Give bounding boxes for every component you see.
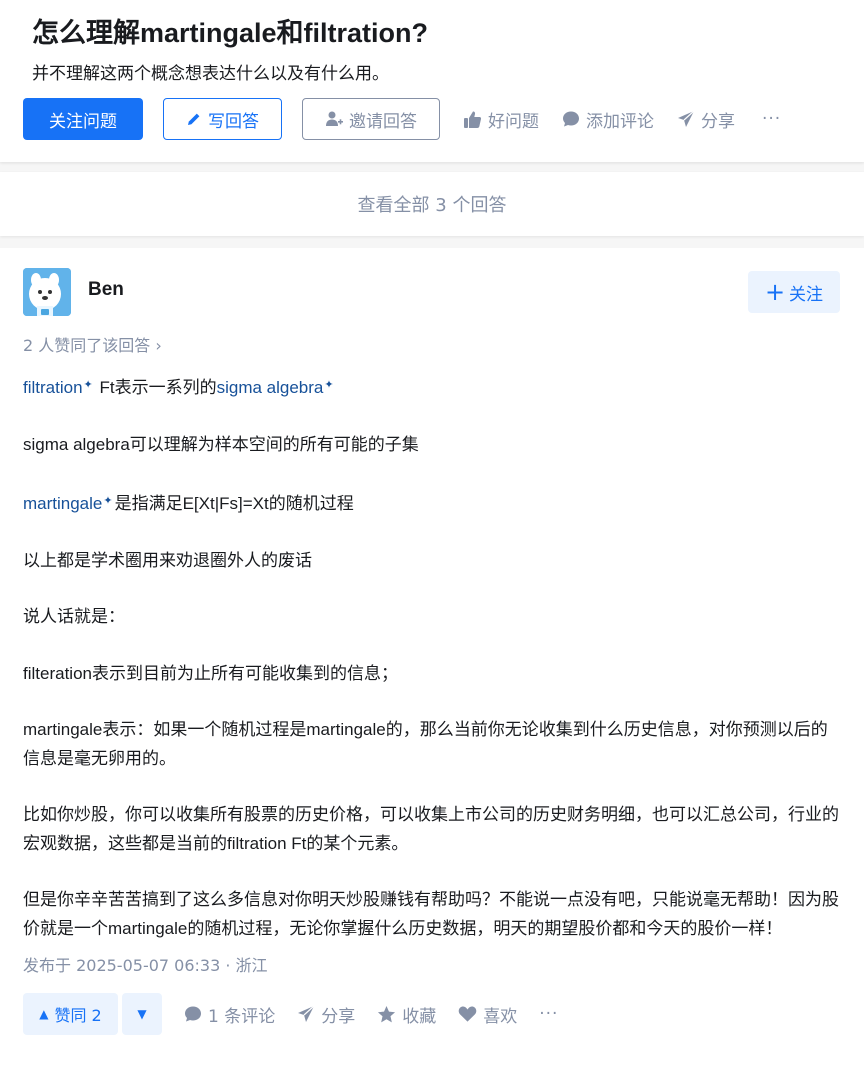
answer-actions: ▲ 赞同 2 ▼ 1 条评论 分享 收藏 喜欢 ···	[23, 993, 841, 1035]
sparkle-icon: ✦	[103, 495, 113, 507]
triangle-up-icon: ▲	[39, 1007, 49, 1021]
martingale-link[interactable]: martingale	[23, 494, 102, 513]
write-answer-label: 写回答	[208, 111, 259, 132]
paragraph-1-text: Ft表示一系列的	[94, 378, 217, 397]
question-header: 怎么理解martingale和filtration? 并不理解这两个概念想表达什…	[0, 0, 864, 162]
share-answer-label: 分享	[321, 1006, 356, 1027]
share-answer-button[interactable]: 分享	[297, 1002, 355, 1027]
paragraph-7: martingale表示：如果一个随机过程是martingale的，那么当前你无…	[23, 720, 828, 768]
vote-up-label: 赞同 2	[54, 1006, 102, 1025]
paragraph-2: sigma algebra可以理解为样本空间的所有可能的子集	[23, 434, 419, 454]
like-label: 喜欢	[483, 1006, 518, 1027]
follow-question-button[interactable]: 关注问题	[23, 98, 143, 140]
plus-icon: +	[764, 278, 786, 306]
comment-icon	[562, 110, 580, 128]
avatar[interactable]	[23, 268, 71, 316]
collect-label: 收藏	[402, 1006, 437, 1027]
follow-author-button[interactable]: + 关注	[748, 271, 840, 313]
star-icon	[377, 1005, 396, 1024]
sparkle-icon: ✦	[324, 379, 334, 391]
paragraph-8: 比如你炒股，你可以收集所有股票的历史价格，可以收集上市公司的历史财务明细，也可以…	[23, 805, 839, 853]
paper-plane-icon	[677, 110, 695, 128]
comments-label: 1 条评论	[208, 1006, 276, 1027]
answer-card: Ben + 关注 2 人赞同了该回答 › filtration✦ Ft表示一系列…	[0, 248, 864, 1088]
comments-button[interactable]: 1 条评论	[184, 1002, 275, 1027]
view-all-answers-link[interactable]: 查看全部 3 个回答	[0, 172, 864, 236]
filtration-link[interactable]: filtration	[23, 378, 83, 397]
good-question-label: 好问题	[488, 111, 539, 132]
share-question-button[interactable]: 分享	[677, 107, 735, 132]
paragraph-9: 但是你辛辛苦苦搞到了这么多信息对你明天炒股赚钱有帮助吗？不能说一点没有吧，只能说…	[23, 890, 839, 938]
publish-time[interactable]: 发布于 2025-05-07 06:33 · 浙江	[23, 952, 841, 976]
answer-content: filtration✦ Ft表示一系列的sigma algebra✦ sigma…	[23, 371, 841, 943]
good-question-button[interactable]: 好问题	[463, 107, 539, 132]
paragraph-6: filteration表示到目前为止所有可能收集到的信息；	[23, 663, 398, 683]
vote-down-button[interactable]: ▼	[122, 993, 162, 1035]
thumbs-up-icon	[463, 110, 482, 129]
vote-up-button[interactable]: ▲ 赞同 2	[23, 993, 118, 1035]
share-question-label: 分享	[701, 111, 735, 132]
voters-link[interactable]: 2 人赞同了该回答 ›	[23, 332, 841, 356]
paragraph-5: 说人话就是：	[23, 607, 125, 626]
follow-author-label: 关注	[789, 284, 824, 305]
author-row: Ben	[23, 268, 841, 316]
comment-icon	[184, 1005, 202, 1023]
triangle-down-icon: ▼	[137, 1007, 147, 1021]
sigma-algebra-link[interactable]: sigma algebra	[217, 378, 324, 397]
add-user-icon	[325, 110, 343, 128]
question-detail: 并不理解这两个概念想表达什么以及有什么用。	[32, 64, 389, 84]
invite-answer-button[interactable]: 邀请回答	[302, 98, 440, 140]
question-title: 怎么理解martingale和filtration?	[32, 18, 429, 48]
paragraph-4: 以上都是学术圈用来劝退圈外人的废话	[23, 550, 312, 570]
collect-button[interactable]: 收藏	[377, 1002, 436, 1027]
sparkle-icon: ✦	[83, 379, 93, 391]
paragraph-3-text: 是指满足E[Xt|Fs]=Xt的随机过程	[114, 494, 354, 513]
invite-answer-label: 邀请回答	[349, 111, 417, 132]
author-name[interactable]: Ben	[88, 279, 124, 301]
follow-question-label: 关注问题	[49, 111, 117, 132]
write-answer-button[interactable]: 写回答	[163, 98, 282, 140]
add-comment-label: 添加评论	[586, 111, 654, 132]
answer-more-button[interactable]: ···	[539, 1004, 558, 1024]
heart-icon	[458, 1005, 477, 1023]
paragraph-1: filtration✦ Ft表示一系列的sigma algebra✦	[23, 371, 841, 403]
pencil-icon	[186, 111, 202, 127]
like-button[interactable]: 喜欢	[458, 1002, 517, 1027]
paragraph-3: martingale✦ 是指满足E[Xt|Fs]=Xt的随机过程	[23, 487, 841, 519]
more-options-button[interactable]: ···	[762, 109, 781, 129]
add-comment-button[interactable]: 添加评论	[562, 107, 654, 132]
paper-plane-icon	[297, 1005, 315, 1023]
question-actions: 关注问题 写回答 邀请回答 好问题 添加评论 分享 ···	[23, 98, 841, 140]
